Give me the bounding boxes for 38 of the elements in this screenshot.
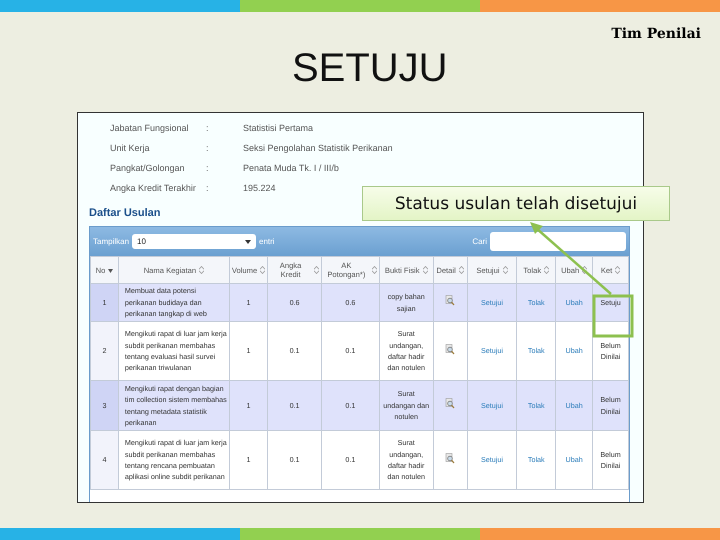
sort-icon[interactable] (314, 266, 319, 274)
sort-icon[interactable] (199, 266, 204, 274)
profile-label: Pangkat/Golongan (110, 163, 186, 173)
show-label: Tampilkan (93, 237, 130, 246)
sort-icon[interactable] (544, 266, 550, 274)
sort-icon[interactable] (615, 266, 620, 274)
magnifier-icon[interactable] (445, 398, 456, 410)
profile-value: Seksi Pengolahan Statistik Perikanan (243, 143, 393, 153)
highlight-frame (592, 294, 634, 338)
sort-icon[interactable] (422, 266, 428, 274)
caret-icon (245, 240, 252, 244)
sort-icon[interactable] (260, 266, 266, 274)
colon: : (206, 183, 209, 193)
entries-label: entri (259, 237, 275, 246)
profile-value: Penata Muda Tk. I / III/b (243, 163, 339, 173)
sort-icon[interactable] (502, 266, 508, 274)
profile-value: 195.224 (243, 183, 276, 193)
colon: : (206, 123, 209, 133)
role-label: Tim Penilai (611, 25, 702, 42)
sort-icon[interactable] (372, 266, 377, 274)
callout-note: Status usulan telah disetujui (362, 186, 670, 221)
magnifier-icon[interactable] (445, 295, 456, 306)
sort-icon[interactable] (458, 266, 464, 274)
magnifier-icon[interactable] (445, 452, 456, 464)
colon: : (206, 163, 209, 173)
profile-label: Unit Kerja (110, 143, 151, 153)
slide-title: SETUJU (292, 45, 448, 92)
sort-icon[interactable] (582, 266, 588, 274)
magnifier-icon[interactable] (445, 344, 456, 355)
profile-label: Jabatan Fungsional (110, 123, 190, 133)
profile-label: Angka Kredit Terakhir (110, 183, 197, 193)
colon: : (206, 143, 209, 153)
search-label: Cari (472, 237, 487, 246)
sort-down-icon[interactable] (108, 266, 114, 274)
search-field[interactable] (490, 232, 626, 251)
page-size-select[interactable]: 10 (132, 234, 256, 249)
section-title: Daftar Usulan (89, 207, 162, 221)
profile-value: Statistisi Pertama (243, 123, 314, 133)
